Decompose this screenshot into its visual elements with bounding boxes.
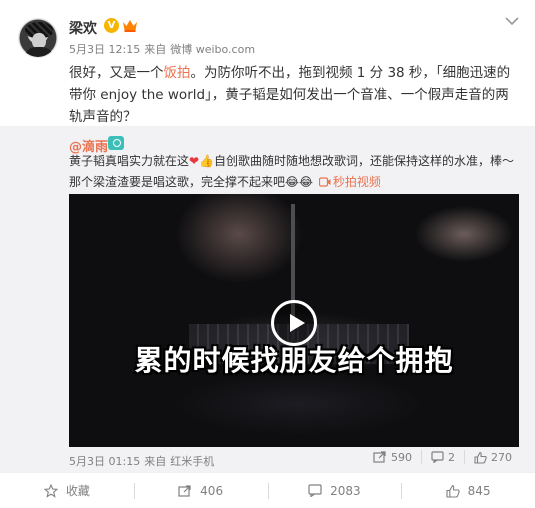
- weibo-post: 梁欢 V 5月3日 12:15 来自 微博 weibo.com 很好，又是一个饭拍。…: [0, 0, 535, 508]
- like-button[interactable]: 845: [401, 473, 535, 508]
- verified-badge-icon[interactable]: V: [104, 18, 119, 33]
- repost-box: @滴雨 黄子韬真唱实力就在这❤👍自创歌曲随时随地想改歌词，还能保持这样的水准，棒…: [0, 126, 535, 472]
- post-text: 很好，又是一个饭拍。为防你听不出，拖到视频 1 分 38 秒，「细胞迅速的带你 …: [69, 62, 519, 128]
- post-text-link[interactable]: 饭拍: [164, 65, 191, 81]
- author-name[interactable]: 梁欢: [69, 18, 97, 38]
- repost-comment-button[interactable]: 2: [421, 450, 464, 464]
- source-prefix: 来自: [144, 455, 167, 468]
- play-button-icon[interactable]: [271, 300, 317, 346]
- post-text-part: 很好，又是一个: [69, 65, 164, 81]
- favorite-label: 收藏: [65, 484, 90, 498]
- repost-repost-count: 590: [391, 450, 412, 464]
- camera-badge-icon[interactable]: [108, 136, 124, 150]
- repost-repost-button[interactable]: 590: [364, 450, 421, 464]
- repost-count: 406: [200, 483, 224, 498]
- action-bar: 收藏 406 2083 845: [0, 472, 535, 508]
- thumbs-up-icon: [446, 484, 460, 498]
- thumbs-up-icon: 👍: [199, 154, 215, 168]
- video-link-icon: [318, 177, 331, 187]
- post-date[interactable]: 5月3日 12:15: [69, 43, 140, 56]
- repost-date[interactable]: 5月3日 01:15: [69, 455, 140, 468]
- repost-meta: 5月3日 01:15 来自 红米手机: [69, 453, 218, 469]
- chevron-down-icon[interactable]: [503, 14, 521, 28]
- laugh-emoji-icon: 😂😂: [285, 175, 314, 189]
- repost-actions: 590 2 270: [364, 450, 521, 464]
- comment-icon: [308, 484, 322, 497]
- thumbs-up-icon: [474, 451, 487, 464]
- post-source[interactable]: 微博 weibo.com: [170, 43, 255, 56]
- video-link[interactable]: 秒拍视频: [313, 175, 381, 189]
- member-crown-icon[interactable]: [122, 18, 138, 33]
- heart-icon: ❤: [189, 154, 200, 168]
- video-link-label: 秒拍视频: [332, 175, 381, 189]
- repost-button[interactable]: 406: [133, 473, 268, 508]
- post-meta: 5月3日 12:15 来自 微博 weibo.com: [69, 41, 259, 57]
- repost-like-count: 270: [491, 450, 512, 464]
- source-prefix: 来自: [144, 43, 167, 56]
- comment-icon: [431, 451, 444, 463]
- comment-button[interactable]: 2083: [267, 473, 402, 508]
- repost-icon: [178, 485, 191, 497]
- repost-text-part: 黄子韬真唱实力就在这: [69, 154, 190, 168]
- repost-source[interactable]: 红米手机: [170, 455, 214, 468]
- like-count: 845: [467, 483, 491, 498]
- repost-like-button[interactable]: 270: [464, 450, 521, 464]
- repost-text: 黄子韬真唱实力就在这❤👍自创歌曲随时随地想改歌词，还能保持这样的水准，棒～那个梁…: [69, 151, 521, 193]
- comment-count: 2083: [330, 483, 361, 498]
- repost-icon: [373, 451, 386, 463]
- favorite-button[interactable]: 收藏: [0, 473, 134, 508]
- avatar-shirt: [24, 47, 54, 57]
- star-icon: [43, 483, 58, 498]
- repost-comment-count: 2: [448, 450, 455, 464]
- video-player[interactable]: 累的时候找朋友给个拥抱: [69, 194, 519, 447]
- avatar[interactable]: [18, 18, 58, 58]
